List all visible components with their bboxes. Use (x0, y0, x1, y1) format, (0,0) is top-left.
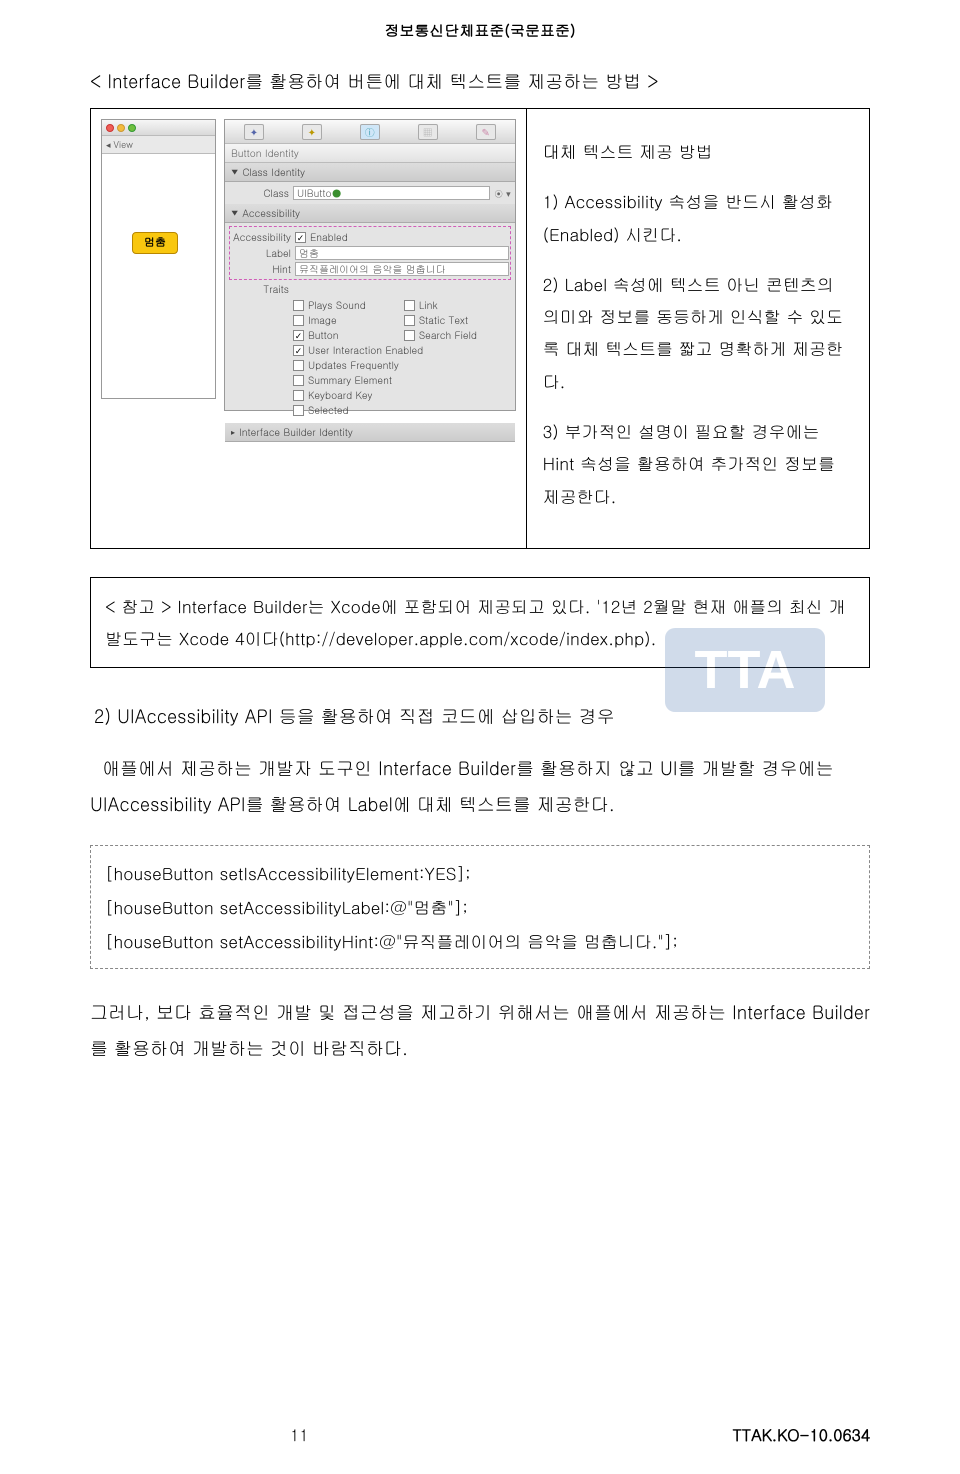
section-title: < Interface Builder를 활용하여 버튼에 대체 텍스트를 제공… (90, 69, 870, 94)
traits-grid: Plays Sound Link Image Static Text Butto… (293, 298, 511, 417)
trait-label: Summary Element (308, 373, 392, 387)
trait-checkbox[interactable] (404, 330, 415, 341)
stepper-icon[interactable]: ⊙ ▾ (494, 187, 511, 200)
trait-label: Selected (308, 403, 349, 417)
view-label: View (114, 138, 133, 151)
class-field[interactable]: UIButto● (293, 186, 490, 200)
page-number: 11 (290, 1423, 308, 1446)
simulator-window: ◂ View 멈춤 (101, 119, 216, 399)
doc-code: TTAK.KO-10.0634 (733, 1423, 870, 1446)
label-field[interactable]: 멈춤 (295, 246, 509, 260)
trait-label: Link (419, 298, 438, 312)
disclosure-triangle-icon: ▼ (231, 208, 238, 219)
note-box: < 참고 > Interface Builder는 Xcode에 포함되어 제공… (90, 577, 870, 668)
trait-label: Plays Sound (308, 298, 366, 312)
view-bar: ◂ View (102, 136, 215, 154)
hint-field[interactable]: 뮤직플레이어의 음악을 멈춥니다 (295, 262, 509, 276)
inspector-tab-icon[interactable]: ✎ (476, 124, 496, 140)
trait-checkbox[interactable] (293, 405, 304, 416)
trait-checkbox[interactable] (404, 300, 415, 311)
traffic-red-icon (106, 124, 114, 132)
trait-checkbox[interactable] (293, 330, 304, 341)
hint-label: Hint (231, 262, 291, 276)
trait-label: Updates Frequently (308, 358, 399, 372)
footer: 11 TTAK.KO-10.0634 (90, 1423, 870, 1446)
trait-checkbox[interactable] (293, 345, 304, 356)
trait-checkbox[interactable] (293, 315, 304, 326)
sim-titlebar (102, 120, 215, 136)
right-p3: 3) 부가적인 설명이 필요할 경우에는 Hint 속성을 활용하여 추가적인 … (543, 415, 855, 512)
traits-label: Traits (229, 282, 289, 296)
traffic-green-icon (128, 124, 136, 132)
sim-body: 멈춤 (102, 154, 215, 398)
section-label: Accessibility (242, 206, 300, 220)
accessibility-highlight: Accessibility Enabled Label 멈춤 Hint 뮤직플레… (229, 226, 511, 280)
enabled-text: Enabled (310, 230, 348, 244)
code-box: [houseButton setIsAccessibilityElement:Y… (90, 845, 870, 969)
label-row: Label 멈춤 (231, 246, 509, 260)
trait-checkbox[interactable] (293, 300, 304, 311)
code-line: [houseButton setIsAccessibilityElement:Y… (105, 856, 855, 890)
inspector-title: Button Identity (225, 144, 515, 163)
code-line: [houseButton setAccessibilityHint:@"뮤직플레… (105, 924, 855, 958)
accessibility-enabled-row: Accessibility Enabled (231, 230, 509, 244)
page-header: 정보통신단체표준(국문표준) (90, 20, 870, 41)
section-label: Class Identity (242, 165, 305, 179)
section2-para: 애플에서 제공하는 개발자 도구인 Interface Builder를 활용하… (90, 751, 870, 823)
disclosure-triangle-icon: ▼ (231, 167, 238, 178)
trait-checkbox[interactable] (293, 360, 304, 371)
class-value: UIButto (297, 186, 332, 200)
section-class-identity[interactable]: ▼ Class Identity (225, 163, 515, 182)
description-cell: 대체 텍스트 제공 방법 1) Accessibility 속성을 반드시 활성… (527, 109, 869, 548)
inspector-panel: ✦ ✦ ⓘ ▦ ✎ Button Identity ▼ Class Identit… (224, 119, 516, 411)
outer-box: ◂ View 멈춤 ✦ ✦ ⓘ ▦ ✎ Button Identity ▼ Cla… (90, 108, 870, 549)
trait-checkbox[interactable] (293, 375, 304, 386)
right-p1: 1) Accessibility 속성을 반드시 활성화(Enabled) 시킨… (543, 185, 855, 250)
section-accessibility[interactable]: ▼ Accessibility (225, 204, 515, 223)
closing-para: 그러나, 보다 효율적인 개발 및 접근성을 제고하기 위해서는 애플에서 제공… (90, 995, 870, 1067)
label-label: Label (231, 246, 291, 260)
inspector-tab-icon[interactable]: ▦ (418, 124, 438, 140)
trait-label: Button (308, 328, 339, 342)
trait-label: User Interaction Enabled (308, 343, 423, 357)
screenshot-cell: ◂ View 멈춤 ✦ ✦ ⓘ ▦ ✎ Button Identity ▼ Cla… (91, 109, 527, 548)
class-label: Class (229, 186, 289, 200)
trait-label: Image (308, 313, 337, 327)
section2-title: 2) UIAccessibility API 등을 활용하여 직접 코드에 삽입… (94, 704, 870, 729)
traffic-yellow-icon (117, 124, 125, 132)
trait-label: Keyboard Key (308, 388, 373, 402)
acc-label: Accessibility (231, 230, 291, 244)
inspector-tab-icon[interactable]: ⓘ (360, 124, 380, 140)
class-row: Class UIButto● ⊙ ▾ (229, 186, 511, 200)
section-label: Interface Builder Identity (239, 425, 353, 439)
code-line: [houseButton setAccessibilityLabel:@"멈춤"… (105, 890, 855, 924)
inspector-tab-icon[interactable]: ✦ (302, 124, 322, 140)
traits-row: Traits (229, 282, 511, 296)
hint-row: Hint 뮤직플레이어의 음악을 멈춥니다 (231, 262, 509, 276)
inspector-tabs: ✦ ✦ ⓘ ▦ ✎ (225, 120, 515, 144)
enabled-checkbox[interactable] (295, 232, 306, 243)
trait-label: Search Field (419, 328, 477, 342)
section-ib-identity[interactable]: ▸ Interface Builder Identity (225, 423, 515, 442)
inspector-tab-icon[interactable]: ✦ (244, 124, 264, 140)
right-p2: 2) Label 속성에 텍스트 아닌 콘텐츠의 의미와 정보를 동등하게 인식… (543, 268, 855, 397)
right-heading: 대체 텍스트 제공 방법 (543, 135, 855, 167)
trait-label: Static Text (419, 313, 468, 327)
stop-button[interactable]: 멈춤 (132, 232, 178, 254)
trait-checkbox[interactable] (404, 315, 415, 326)
disclosure-triangle-icon: ▸ (231, 427, 235, 438)
trait-checkbox[interactable] (293, 390, 304, 401)
